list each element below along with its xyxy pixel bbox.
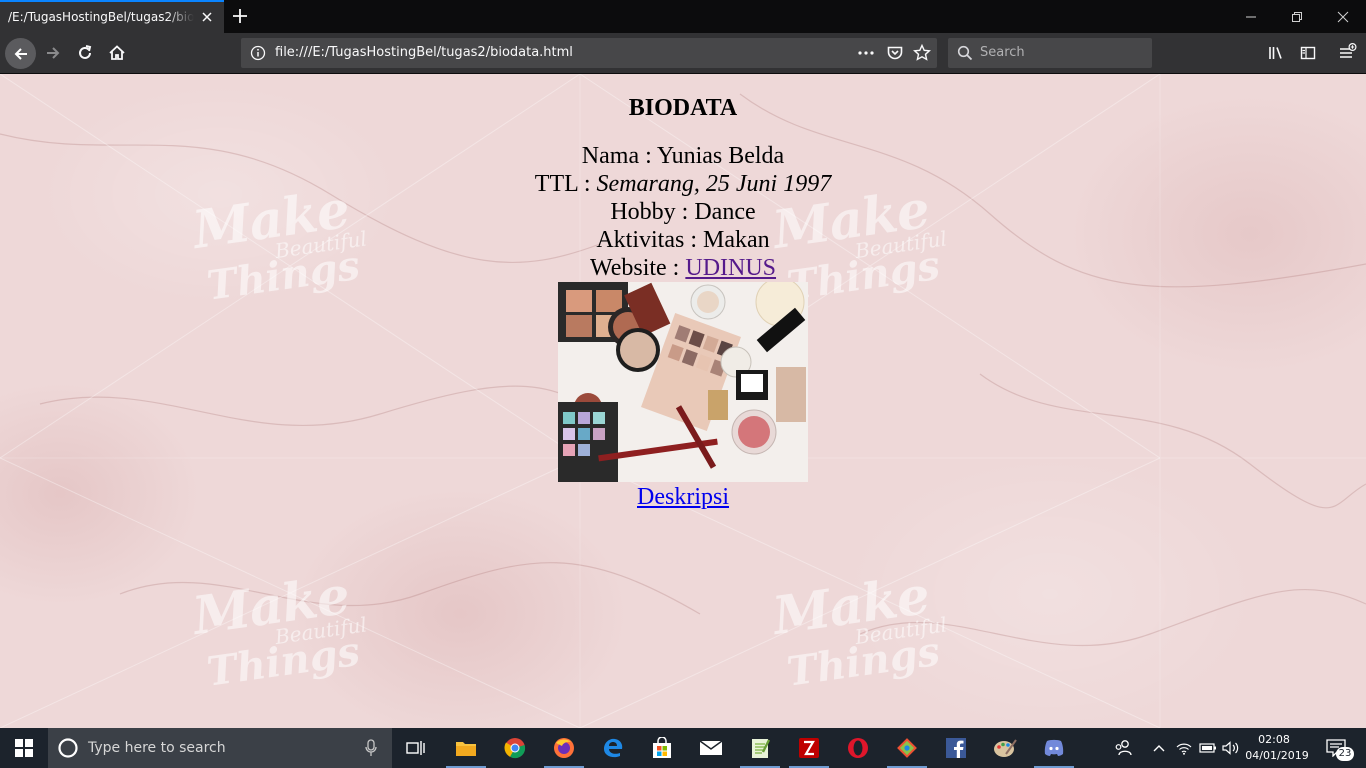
navigation-toolbar: file:///E:/TugasHostingBel/tugas2/biodat…	[0, 33, 1366, 74]
action-center-icon[interactable]: 23	[1316, 728, 1356, 768]
home-icon[interactable]	[102, 38, 132, 68]
page-title: BIODATA	[628, 95, 738, 121]
pocket-icon[interactable]	[886, 44, 904, 66]
file-explorer-icon[interactable]	[442, 728, 490, 768]
page-actions-icon[interactable]	[857, 45, 875, 65]
hobby-row: Hobby : Dance	[0, 198, 1366, 226]
nama-value: Yunias Belda	[656, 143, 785, 169]
hobby-label: Hobby :	[610, 199, 695, 225]
clock-time[interactable]: 02:08	[1245, 733, 1303, 746]
people-icon[interactable]	[1099, 728, 1147, 768]
menu-icon[interactable]	[1332, 38, 1362, 68]
website-label: Website :	[589, 255, 686, 281]
notepad-plus-icon[interactable]	[736, 728, 784, 768]
deskripsi-row: Deskripsi	[0, 483, 1366, 511]
task-view-icon[interactable]	[392, 728, 440, 768]
store-icon[interactable]	[638, 728, 686, 768]
volume-icon[interactable]	[1219, 728, 1243, 768]
info-icon[interactable]	[250, 45, 266, 65]
aktivitas-row: Aktivitas : Makan	[0, 226, 1366, 254]
search-icon	[957, 45, 973, 65]
library-icon[interactable]	[1261, 38, 1291, 68]
ttl-value: Semarang, 25 Juni 1997	[596, 171, 832, 197]
facebook-icon[interactable]	[932, 728, 980, 768]
reload-icon[interactable]	[70, 38, 100, 68]
battery-icon[interactable]	[1196, 728, 1220, 768]
back-arrow-icon[interactable]	[5, 38, 36, 69]
minimize-icon[interactable]	[1228, 0, 1274, 33]
ttl-label: TTL :	[534, 171, 597, 197]
aktivitas-value: Makan	[703, 227, 770, 253]
firefox-icon[interactable]	[540, 728, 588, 768]
mail-icon[interactable]	[687, 728, 735, 768]
edge-icon[interactable]	[589, 728, 637, 768]
watermark-logo: Make Beautiful Things	[189, 564, 369, 696]
aktivitas-label: Aktivitas :	[596, 227, 703, 253]
makeup-image	[558, 282, 808, 482]
address-bar[interactable]: file:///E:/TugasHostingBel/tugas2/biodat…	[241, 38, 937, 68]
search-bar[interactable]: Search	[948, 38, 1152, 68]
tab-biodata[interactable]: /E:/TugasHostingBel/tugas2/biodata.html	[0, 0, 224, 33]
cortana-icon[interactable]	[57, 737, 79, 763]
chevron-up-icon[interactable]	[1147, 728, 1171, 768]
bookmark-star-icon[interactable]	[912, 43, 932, 66]
watermark-logo: Make Beautiful Things	[769, 564, 949, 696]
close-tab-icon[interactable]	[199, 9, 215, 25]
ttl-row: TTL : Semarang, 25 Juni 1997	[0, 170, 1366, 198]
hobby-value: Dance	[694, 199, 756, 225]
restore-icon[interactable]	[1274, 0, 1320, 33]
opera-icon[interactable]	[834, 728, 882, 768]
search-placeholder: Search	[980, 45, 1025, 60]
microphone-icon[interactable]	[364, 739, 378, 761]
nama-row: Nama : Yunias Belda	[0, 142, 1366, 170]
clock-date[interactable]: 04/01/2019	[1245, 749, 1309, 762]
new-tab-icon[interactable]	[229, 5, 251, 27]
paint-icon[interactable]	[981, 728, 1029, 768]
git-icon[interactable]	[883, 728, 931, 768]
chrome-icon[interactable]	[491, 728, 539, 768]
url-text[interactable]: file:///E:/TugasHostingBel/tugas2/biodat…	[275, 45, 573, 60]
windows-taskbar: Type here to search 02:08 04/01/2019 23	[0, 728, 1366, 768]
sidebar-icon[interactable]	[1293, 38, 1323, 68]
filezilla-icon[interactable]	[785, 728, 833, 768]
page-content: Make Beautiful Things Make Beautiful Things …	[0, 74, 1366, 728]
taskbar-search-placeholder: Type here to search	[88, 740, 226, 756]
close-window-icon[interactable]	[1320, 0, 1366, 33]
tab-strip: /E:/TugasHostingBel/tugas2/biodata.html	[0, 0, 1366, 33]
website-row: Website : UDINUS	[0, 254, 1366, 282]
udinus-link[interactable]: UDINUS	[685, 255, 776, 281]
tab-title: /E:/TugasHostingBel/tugas2/biodata.html	[8, 10, 194, 24]
notification-count-badge: 23	[1336, 747, 1354, 761]
taskbar-search-box[interactable]: Type here to search	[48, 728, 392, 768]
windows-start-icon[interactable]	[0, 728, 48, 768]
discord-icon[interactable]	[1030, 728, 1078, 768]
nama-label: Nama :	[581, 143, 657, 169]
deskripsi-link[interactable]: Deskripsi	[637, 484, 729, 510]
wifi-icon[interactable]	[1172, 728, 1196, 768]
forward-arrow-icon[interactable]	[38, 38, 68, 68]
